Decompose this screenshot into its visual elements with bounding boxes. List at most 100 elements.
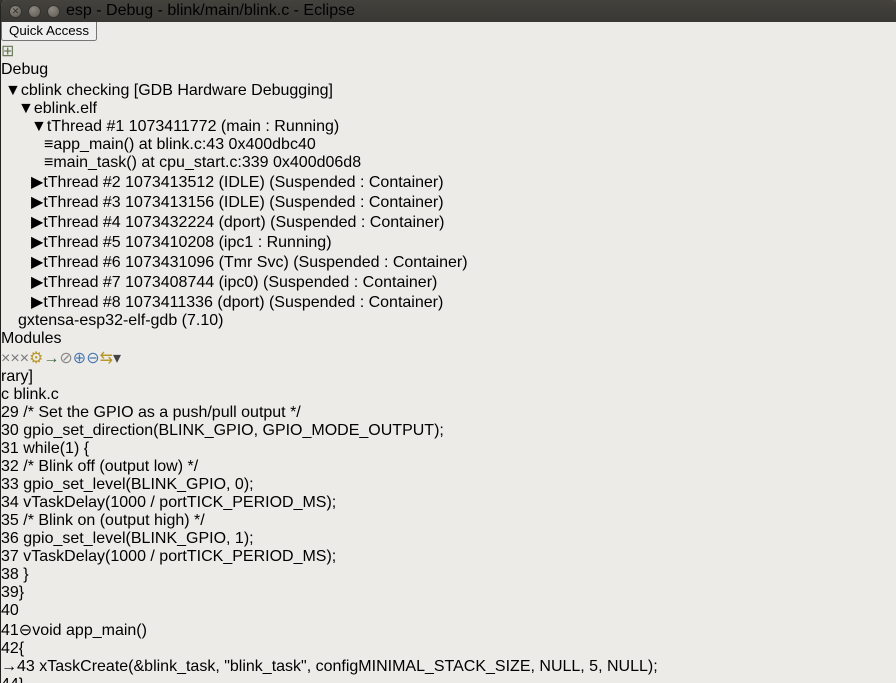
tree-expanded-icon[interactable]: ▼ [18, 100, 34, 117]
code-area[interactable]: 29 /* Set the GPIO as a push/pull output… [1, 404, 896, 683]
selected-module-row[interactable]: rary] [1, 368, 896, 386]
line-number: 29 [1, 404, 19, 421]
debug-tree-item[interactable]: ≡main_task() at cpu_start.c:339 0x400d06… [1, 154, 896, 172]
line-number-gutter[interactable]: 39 [1, 584, 19, 601]
line-number-gutter[interactable]: 35 [1, 512, 19, 529]
go-to-file-button[interactable]: → [43, 350, 59, 367]
debug-tree-item[interactable]: ▶tThread #6 1073431096 (Tmr Svc) (Suspen… [1, 252, 896, 272]
line-number: 32 [1, 458, 19, 475]
line-number: 35 [1, 512, 19, 529]
code-text: /* Blink on (output high) */ [19, 512, 205, 529]
code-text: gpio_set_direction(BLINK_GPIO, GPIO_MODE… [19, 422, 444, 439]
tree-expanded-icon[interactable]: ▼ [31, 118, 47, 135]
remove-all-icon: ×× [10, 350, 29, 367]
remove-all-button[interactable]: ×× [10, 350, 29, 367]
code-line: 33 gpio_set_level(BLINK_GPIO, 0); [1, 476, 896, 494]
window-close-icon[interactable]: ✕ [9, 5, 22, 18]
selected-module-label: rary] [1, 368, 33, 385]
debug-tree-item-label: blink checking [GDB Hardware Debugging] [29, 82, 333, 99]
show-breakpoints-for-selected-button[interactable]: ⚙ [29, 350, 43, 367]
window-title: esp - Debug - blink/main/blink.c - Eclip… [66, 2, 355, 20]
link-with-debug-icon: ⇆ [100, 350, 113, 367]
line-number-gutter[interactable]: →43 [1, 658, 35, 675]
tree-collapsed-icon[interactable]: ▶ [31, 274, 43, 291]
instruction-pointer-icon: → [1, 658, 17, 675]
code-text: } [19, 566, 29, 583]
debug-tree-item[interactable]: ▶tThread #5 1073410208 (ipc1 : Running) [1, 232, 896, 252]
debug-tree-item[interactable]: ≡app_main() at blink.c:43 0x400dbc40 [1, 136, 896, 154]
open-perspective-button[interactable]: ⊞ [1, 41, 14, 61]
code-line: 36 gpio_set_level(BLINK_GPIO, 1); [1, 530, 896, 548]
debug-tree-item[interactable]: ▶tThread #7 1073408744 (ipc0) (Suspended… [1, 272, 896, 292]
window-minimize-icon[interactable] [28, 5, 41, 18]
tree-collapsed-icon[interactable]: ▶ [31, 294, 43, 311]
line-number-gutter[interactable]: 44 [1, 676, 19, 683]
tree-expanded-icon[interactable]: ▼ [5, 82, 21, 99]
debug-tree-item[interactable]: ▼cblink checking [GDB Hardware Debugging… [1, 82, 896, 100]
line-number-gutter[interactable]: 42 [1, 640, 19, 657]
line-number-gutter[interactable]: 38 [1, 566, 19, 583]
view-menu-button[interactable]: ▾ [113, 350, 121, 367]
tree-collapsed-icon[interactable]: ▶ [31, 174, 43, 191]
link-with-debug-button[interactable]: ⇆ [100, 350, 113, 367]
debug-tree-item[interactable]: ▶tThread #8 1073411336 (dport) (Suspende… [1, 292, 896, 312]
tab-modules[interactable]: Modules [1, 330, 896, 348]
line-number-gutter[interactable]: 41⊖ [1, 622, 32, 639]
line-number: 39 [1, 584, 19, 601]
fold-collapse-icon[interactable]: ⊖ [19, 622, 32, 639]
tree-collapsed-icon[interactable]: ▶ [31, 254, 43, 271]
debug-tree-item[interactable]: ▶tThread #3 1073413156 (IDLE) (Suspended… [1, 192, 896, 212]
line-number-gutter[interactable]: 33 [1, 476, 19, 493]
code-text: vTaskDelay(1000 / portTICK_PERIOD_MS); [19, 548, 336, 565]
line-number-gutter[interactable]: 40 [1, 602, 19, 619]
debug-tree-item[interactable]: gxtensa-esp32-elf-gdb (7.10) [1, 312, 896, 330]
collapse-all-button[interactable]: ⊖ [86, 350, 99, 367]
code-text: } [19, 676, 24, 683]
remove-button[interactable]: × [1, 350, 10, 367]
go-to-file-icon: → [43, 350, 59, 367]
tree-collapsed-icon[interactable]: ▶ [31, 194, 43, 211]
line-number-gutter[interactable]: 30 [1, 422, 19, 439]
code-text: void app_main() [32, 622, 147, 639]
modules-toolbar: ×××⚙→⊘⊕⊖⇆▾ [1, 348, 896, 368]
debug-tree-item[interactable]: ▶tThread #4 1073432224 (dport) (Suspende… [1, 212, 896, 232]
code-text: } [19, 584, 24, 601]
open-perspective-icon: ⊞ [1, 43, 14, 60]
line-number-gutter[interactable]: 31 [1, 440, 19, 457]
window-maximize-icon[interactable] [47, 5, 60, 18]
line-number-gutter[interactable]: 34 [1, 494, 19, 511]
debug-tree-item[interactable]: ▶tThread #2 1073413512 (IDLE) (Suspended… [1, 172, 896, 192]
tab-debug[interactable]: Debug [1, 61, 896, 79]
frame-icon: ≡ [44, 136, 53, 153]
line-number-gutter[interactable]: 29 [1, 404, 19, 421]
frame-icon: ≡ [44, 154, 53, 171]
quick-access-button[interactable]: Quick Access [1, 20, 97, 41]
debug-tree-item-label: app_main() at blink.c:43 0x400dbc40 [53, 136, 315, 153]
line-number-gutter[interactable]: 32 [1, 458, 19, 475]
line-number: 33 [1, 476, 19, 493]
line-number: 38 [1, 566, 19, 583]
code-text: gpio_set_level(BLINK_GPIO, 1); [19, 530, 254, 547]
line-number-gutter[interactable]: 37 [1, 548, 19, 565]
expand-all-button[interactable]: ⊕ [73, 350, 86, 367]
line-number-gutter[interactable]: 36 [1, 530, 19, 547]
debug-tree-item[interactable]: ▼eblink.elf [1, 100, 896, 118]
tree-collapsed-icon[interactable]: ▶ [31, 234, 43, 251]
tab-blink-c-label: blink.c [13, 386, 58, 403]
code-line: 41⊖void app_main() [1, 620, 896, 640]
code-text: /* Blink off (output low) */ [19, 458, 198, 475]
line-number: 36 [1, 530, 19, 547]
debug-tree-item[interactable]: ▼tThread #1 1073411772 (main : Running) [1, 118, 896, 136]
skip-all-button[interactable]: ⊘ [59, 350, 72, 367]
editor-view: c blink.c 29 /* Set the GPIO as a push/p… [1, 386, 896, 683]
code-text: { [19, 640, 24, 657]
window-titlebar: ✕ esp - Debug - blink/main/blink.c - Ecl… [1, 0, 896, 22]
tab-modules-label: Modules [1, 330, 61, 347]
tab-blink-c[interactable]: c blink.c [1, 386, 896, 404]
debug-tree-item-label: Thread #1 1073411772 (main : Running) [51, 118, 339, 135]
code-line: 30 gpio_set_direction(BLINK_GPIO, GPIO_M… [1, 422, 896, 440]
perspective-bar: Quick Access ⊞ [1, 20, 896, 61]
tree-collapsed-icon[interactable]: ▶ [31, 214, 43, 231]
code-text: while(1) { [19, 440, 89, 457]
debug-tree-item-label: Thread #4 1073432224 (dport) (Suspended … [48, 214, 445, 231]
